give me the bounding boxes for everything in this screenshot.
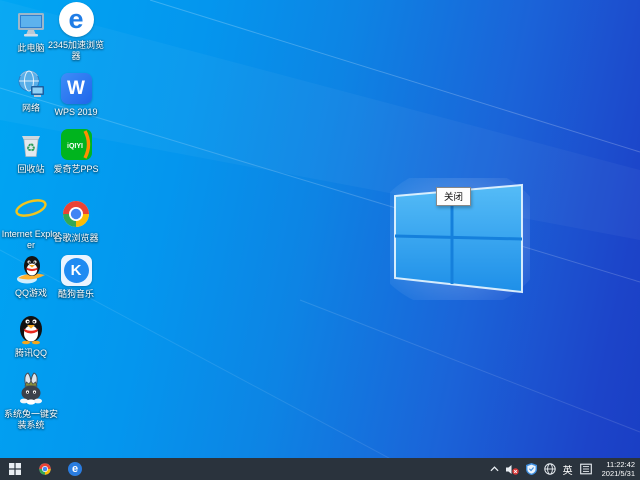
security-shield-icon[interactable] xyxy=(526,463,537,475)
tencent-qq-icon xyxy=(15,311,47,345)
icon-label: 腾讯QQ xyxy=(15,348,47,359)
desktop-icon-wps-2019[interactable]: W WPS 2019 xyxy=(45,70,107,118)
clock-time: 11:22:42 xyxy=(606,460,635,469)
internet-explorer-icon: e xyxy=(14,192,48,226)
desktop-icon-system-rabbit[interactable]: 系统兔一键安装系统 xyxy=(0,372,62,431)
clock-date: 2021/5/31 xyxy=(602,469,635,478)
desktop-icon-iqiyi-pps[interactable]: iQIYI 爱奇艺PPS xyxy=(45,127,107,175)
hidden-icons-chevron[interactable] xyxy=(490,465,499,473)
icon-label: 酷狗音乐 xyxy=(58,289,94,300)
icon-label: 网络 xyxy=(22,103,40,114)
chrome-icon xyxy=(38,462,52,476)
taskbar: e 英 11:22:42 2021/5 xyxy=(0,458,640,480)
desktop-icon-2345-browser[interactable]: e 2345加速浏览器 xyxy=(45,3,107,62)
windows-start-icon xyxy=(9,463,21,475)
taskbar-chrome-button[interactable] xyxy=(30,458,60,480)
touch-keyboard-icon[interactable] xyxy=(580,463,592,475)
system-tray: 英 11:22:42 2021/5/31 xyxy=(490,458,640,480)
icon-label: 系统兔一键安装系统 xyxy=(0,409,62,431)
this-pc-icon xyxy=(15,6,47,40)
network-icon xyxy=(15,66,47,100)
2345-browser-icon: e xyxy=(59,3,94,37)
system-rabbit-icon xyxy=(14,372,48,406)
qq-games-icon xyxy=(15,251,47,285)
ime-language-indicator[interactable]: 英 xyxy=(563,462,573,477)
icon-label: 谷歌浏览器 xyxy=(53,233,98,244)
svg-text:iQIYI: iQIYI xyxy=(67,143,83,150)
desktop-icon-kugou-music[interactable]: K 酷狗音乐 xyxy=(45,252,107,300)
iqiyi-icon: iQIYI xyxy=(60,127,93,161)
icon-label: 爱奇艺PPS xyxy=(53,164,98,175)
taskbar-clock[interactable]: 11:22:42 2021/5/31 xyxy=(599,460,635,478)
wps-icon: W xyxy=(61,70,92,104)
volume-muted-icon[interactable] xyxy=(506,464,519,475)
icon-label: 2345加速浏览器 xyxy=(45,40,107,62)
2345-browser-icon: e xyxy=(68,462,82,476)
recycle-bin-icon: ♻ xyxy=(15,127,47,161)
desktop-icon-chrome[interactable]: 谷歌浏览器 xyxy=(45,196,107,244)
icon-label: 回收站 xyxy=(17,164,44,175)
desktop-icon-tencent-qq[interactable]: 腾讯QQ xyxy=(0,311,62,359)
chrome-icon xyxy=(60,196,92,230)
icon-label: QQ游戏 xyxy=(15,288,47,299)
start-button[interactable] xyxy=(0,458,30,480)
desktop-wallpaper: 关闭 此电脑 网络 xyxy=(0,0,640,480)
kugou-icon: K xyxy=(61,252,92,286)
taskbar-2345-browser-button[interactable]: e xyxy=(60,458,90,480)
svg-text:♻: ♻ xyxy=(26,142,36,155)
network-globe-icon[interactable] xyxy=(544,463,556,475)
icon-label: 此电脑 xyxy=(17,43,44,54)
icon-label: WPS 2019 xyxy=(54,107,97,118)
tooltip-close: 关闭 xyxy=(436,187,471,206)
